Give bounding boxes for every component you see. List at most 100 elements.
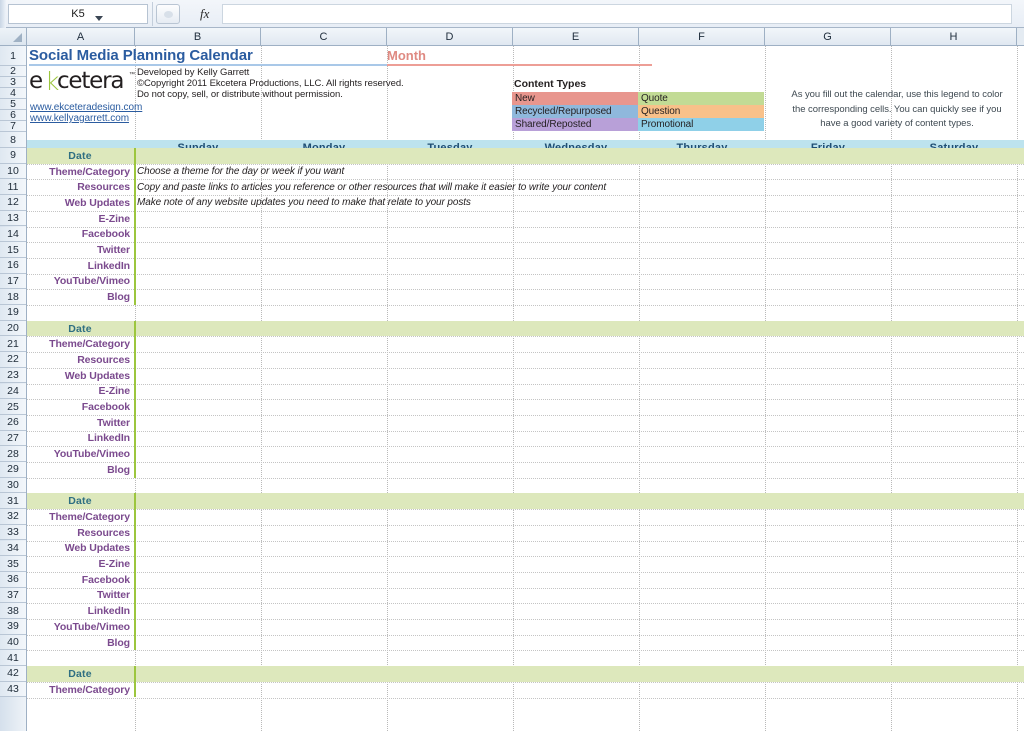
row-header-41[interactable]: 41	[0, 650, 26, 666]
date-row-band	[27, 321, 1024, 337]
grid-hline	[27, 462, 1024, 463]
month-field[interactable]: Month	[387, 46, 652, 66]
grid-hline	[27, 682, 1024, 683]
row-header-13[interactable]: 13	[0, 211, 26, 227]
select-all-button[interactable]	[0, 28, 27, 45]
hint-text-1: Choose a theme for the day or week if yo…	[135, 164, 344, 180]
grid-hline	[27, 399, 1024, 400]
row-label-e-zine: E-Zine	[27, 211, 133, 227]
ekcetera-logo: ecetera k ™	[29, 68, 137, 98]
row-label-facebook: Facebook	[27, 399, 133, 415]
grid-hline	[27, 572, 1024, 573]
row-header-40[interactable]: 40	[0, 635, 26, 651]
row-header-11[interactable]: 11	[0, 179, 26, 195]
row-header-17[interactable]: 17	[0, 274, 26, 290]
worksheet-grid[interactable]: Social Media Planning Calendar Month ece…	[27, 46, 1024, 731]
row-header-column: 1234567891011121314151617181920212223242…	[0, 46, 27, 731]
grid-hline	[27, 431, 1024, 432]
row-header-38[interactable]: 38	[0, 603, 26, 619]
row-header-14[interactable]: 14	[0, 227, 26, 243]
date-label: Date	[27, 493, 133, 509]
row-header-22[interactable]: 22	[0, 352, 26, 368]
row-label-linkedin: LinkedIn	[27, 603, 133, 619]
column-header-row: ABCDEFGH	[0, 28, 1024, 46]
row-header-30[interactable]: 30	[0, 478, 26, 494]
row-label-theme-category: Theme/Category	[27, 682, 133, 698]
row-label-resources: Resources	[27, 179, 133, 195]
row-header-42[interactable]: 42	[0, 666, 26, 682]
spreadsheet-window: K5 fx ABCDEFGH 1234567891011121314151617…	[0, 0, 1024, 731]
row-header-21[interactable]: 21	[0, 336, 26, 352]
hyperlink-1[interactable]: www.ekceteradesign.com	[30, 102, 142, 113]
row-header-24[interactable]: 24	[0, 384, 26, 400]
row-label-twitter: Twitter	[27, 242, 133, 258]
date-row-band	[27, 493, 1024, 509]
column-header-d[interactable]: D	[387, 28, 513, 45]
row-label-facebook: Facebook	[27, 572, 133, 588]
column-header-g[interactable]: G	[765, 28, 891, 45]
row-header-8[interactable]: 8	[0, 132, 26, 148]
date-row-band	[27, 666, 1024, 682]
legend-swatch-left-3: Shared/Reposted	[512, 118, 638, 131]
row-label-blog: Blog	[27, 635, 133, 651]
date-label: Date	[27, 666, 133, 682]
row-label-theme-category: Theme/Category	[27, 164, 133, 180]
legend-swatch-left-1: New	[512, 92, 638, 105]
row-header-26[interactable]: 26	[0, 415, 26, 431]
row-header-28[interactable]: 28	[0, 446, 26, 462]
grid-hline	[27, 336, 1024, 337]
grid-hline	[27, 289, 1024, 290]
window-left-edge	[0, 0, 6, 28]
toolbar-divider	[152, 2, 153, 26]
column-header-a[interactable]: A	[27, 28, 135, 45]
row-header-19[interactable]: 19	[0, 305, 26, 321]
name-box[interactable]: K5	[8, 4, 148, 24]
column-header-b[interactable]: B	[135, 28, 261, 45]
row-header-33[interactable]: 33	[0, 525, 26, 541]
row-header-16[interactable]: 16	[0, 258, 26, 274]
legend-swatch-right-3: Promotional	[638, 118, 764, 131]
grid-hline	[27, 635, 1024, 636]
grid-hline	[27, 211, 1024, 212]
row-header-39[interactable]: 39	[0, 619, 26, 635]
row-header-35[interactable]: 35	[0, 556, 26, 572]
insert-function-icon[interactable]	[156, 4, 180, 24]
row-label-e-zine: E-Zine	[27, 384, 133, 400]
date-label: Date	[27, 148, 133, 164]
grid-hline	[27, 650, 1024, 651]
row-header-18[interactable]: 18	[0, 289, 26, 305]
row-header-34[interactable]: 34	[0, 541, 26, 557]
grid-hline	[27, 603, 1024, 604]
grid-hline	[27, 619, 1024, 620]
row-header-27[interactable]: 27	[0, 431, 26, 447]
row-header-25[interactable]: 25	[0, 399, 26, 415]
row-header-36[interactable]: 36	[0, 572, 26, 588]
row-header-23[interactable]: 23	[0, 368, 26, 384]
row-header-9[interactable]: 9	[0, 148, 26, 164]
row-header-15[interactable]: 15	[0, 242, 26, 258]
column-header-e[interactable]: E	[513, 28, 639, 45]
row-header-31[interactable]: 31	[0, 493, 26, 509]
legend-swatch-left-2: Recycled/Repurposed	[512, 105, 638, 118]
grid-hline	[27, 274, 1024, 275]
column-header-f[interactable]: F	[639, 28, 765, 45]
row-header-10[interactable]: 10	[0, 164, 26, 180]
column-header-c[interactable]: C	[261, 28, 387, 45]
row-header-20[interactable]: 20	[0, 321, 26, 337]
formula-input[interactable]	[222, 4, 1012, 24]
row-header-32[interactable]: 32	[0, 509, 26, 525]
row-label-web-updates: Web Updates	[27, 195, 133, 211]
row-header-29[interactable]: 29	[0, 462, 26, 478]
row-header-12[interactable]: 12	[0, 195, 26, 211]
select-all-icon	[13, 33, 22, 42]
row-label-blog: Blog	[27, 289, 133, 305]
column-header-h[interactable]: H	[891, 28, 1017, 45]
row-header-43[interactable]: 43	[0, 682, 26, 698]
row-header-1[interactable]: 1	[0, 46, 26, 66]
row-header-37[interactable]: 37	[0, 588, 26, 604]
grid-hline	[27, 305, 1024, 306]
credit-line-1: Developed by Kelly Garrett	[137, 67, 249, 78]
chevron-down-icon[interactable]	[95, 16, 103, 21]
row-header-7[interactable]: 7	[0, 121, 26, 132]
hyperlink-2[interactable]: www.kellyagarrett.com	[30, 113, 129, 124]
